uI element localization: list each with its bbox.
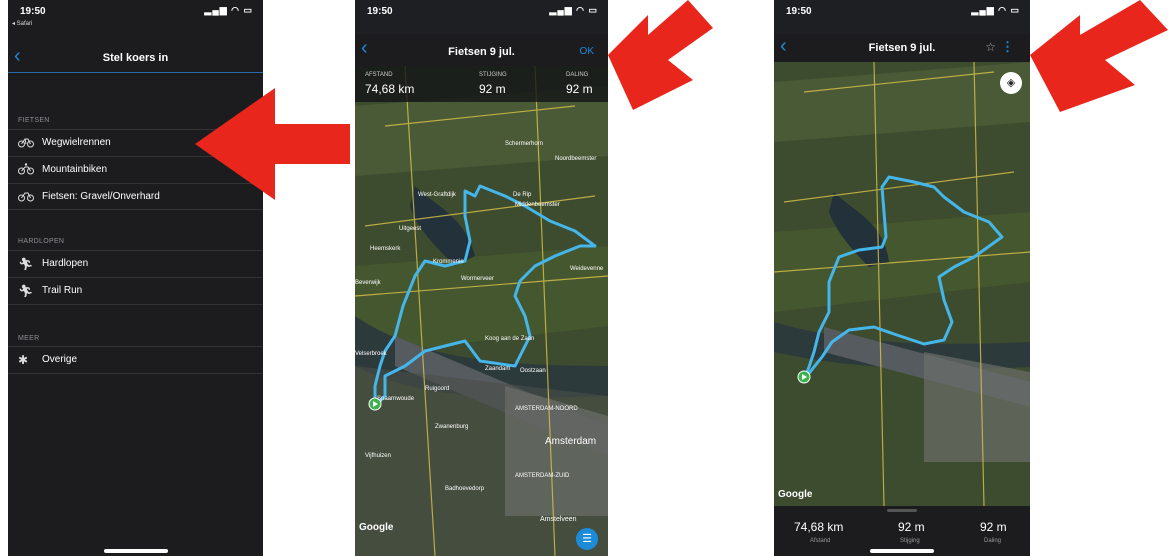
section-header-fietsen: FIETSEN xyxy=(18,117,50,124)
nav-bar: ‹ Fietsen 9 jul. ☆ ⋮ xyxy=(774,34,1030,62)
signal-wifi-battery-icon: ▂▄▆ ◠ ▭ xyxy=(971,5,1020,15)
phone-screen-activity-type: 19:50 ◂ Safari ▂▄▆ ◠ ▭ ‹ Stel koers in F… xyxy=(8,0,263,556)
gravel-bike-icon xyxy=(18,190,34,204)
home-indicator xyxy=(870,549,934,553)
page-title: Stel koers in xyxy=(102,52,169,64)
drag-handle[interactable] xyxy=(887,509,917,512)
map-label: Amsterdam xyxy=(545,436,597,447)
map-label: Middenbeemster xyxy=(515,202,560,208)
mountain-bike-icon xyxy=(18,163,34,177)
divider xyxy=(8,209,263,210)
list-item-label: Mountainbiken xyxy=(42,164,108,175)
map-label: Amstelveen xyxy=(540,516,577,523)
list-item-label: Overige xyxy=(42,354,78,365)
signal-wifi-battery-icon: ▂▄▆ ◠ ▭ xyxy=(204,5,253,15)
distance-label: Afstand xyxy=(810,538,831,544)
map-label: Krommenie xyxy=(433,259,464,265)
star-icon[interactable]: ☆ xyxy=(985,40,996,54)
divider xyxy=(8,304,263,305)
phone-screen-route-map: 19:50 ▂▄▆ ◠ ▭ ‹ Fietsen 9 jul. OK West-G… xyxy=(355,0,608,556)
bottom-stats-panel: 74,68 km Afstand 92 m Stijging 92 m Dali… xyxy=(774,506,1030,556)
satellite-map[interactable]: West-Graftdijk De Rip Middenbeemster Sch… xyxy=(355,66,608,556)
ok-button[interactable]: OK xyxy=(580,46,594,57)
stats-bar: AFSTAND 74,68 km STIJGING 92 m DALING 92… xyxy=(355,66,608,102)
status-time: 19:50 xyxy=(786,6,812,17)
status-time: 19:50 xyxy=(367,6,393,17)
home-indicator xyxy=(103,549,168,553)
phone-screen-route-detail: 19:50 ▂▄▆ ◠ ▭ ‹ Fietsen 9 jul. ☆ ⋮ ◈ Goo… xyxy=(774,0,1030,556)
person-star-icon: ✱ xyxy=(18,353,29,367)
list-item-trail-run[interactable]: 🏃︎ Trail Run xyxy=(8,277,263,304)
section-header-meer: MEER xyxy=(18,335,40,342)
status-bar: 19:50 ◂ Safari ▂▄▆ ◠ ▭ xyxy=(8,0,263,27)
list-item-label: Wegwielrennen xyxy=(42,137,111,148)
route-line xyxy=(368,184,597,411)
distance-value: 74,68 km xyxy=(794,520,844,534)
satellite-map[interactable]: ◈ Google xyxy=(774,62,1030,506)
climb-label: Stijging xyxy=(900,538,920,544)
distance-value: 74,68 km xyxy=(365,82,415,96)
descent-label: Daling xyxy=(984,538,1002,544)
map-label: Weidevenne xyxy=(570,266,604,272)
climb-label: STIJGING xyxy=(479,72,507,78)
list-item-overige[interactable]: ✱ Overige xyxy=(8,346,263,373)
list-item-hardlopen[interactable]: 🏃︎ Hardlopen xyxy=(8,250,263,277)
list-item-label: Fietsen: Gravel/Onverhard xyxy=(42,191,160,202)
map-label: Beverwijk xyxy=(355,280,381,286)
nav-bar: ‹ Fietsen 9 jul. OK xyxy=(355,34,608,66)
climb-value: 92 m xyxy=(479,82,506,96)
map-label: De Rip xyxy=(513,192,532,198)
signal-wifi-battery-icon: ▂▄▆ ◠ ▭ xyxy=(549,5,598,15)
list-item-label: Trail Run xyxy=(42,285,83,296)
red-arrow-left xyxy=(195,88,350,200)
descent-value: 92 m xyxy=(566,82,593,96)
trail-run-icon: 🏃︎ xyxy=(18,284,34,298)
map-label: Ruigoord xyxy=(425,386,450,392)
more-options-icon[interactable]: ⋮ xyxy=(1001,39,1014,55)
map-label: Uitgeest xyxy=(399,226,422,232)
status-bar: 19:50 ▂▄▆ ◠ ▭ xyxy=(355,0,608,20)
map-label: Oostzaan xyxy=(520,368,546,374)
map-label: Spaarnwoude xyxy=(377,396,415,402)
road-bike-icon xyxy=(18,136,34,150)
google-logo: Google xyxy=(359,522,394,533)
page-title: Fietsen 9 jul. xyxy=(448,46,515,58)
google-logo: Google xyxy=(778,489,813,500)
distance-label: AFSTAND xyxy=(365,72,393,78)
map-label: West-Graftdijk xyxy=(418,192,456,198)
map-label: Heemskerk xyxy=(370,246,401,252)
back-to-safari-link[interactable]: ◂ Safari xyxy=(12,20,32,27)
map-label: Zwanenburg xyxy=(435,424,469,430)
map-label: AMSTERDAM-ZUID xyxy=(515,473,570,479)
map-label: Koog aan de Zaan xyxy=(485,336,535,342)
red-arrow-diagonal xyxy=(608,0,713,110)
map-label: Schermerhorn xyxy=(505,141,544,147)
map-label: Zaandam xyxy=(485,366,511,372)
section-header-hardlopen: HARDLOPEN xyxy=(18,238,65,245)
map-label: AMSTERDAM-NOORD xyxy=(515,406,578,412)
route-line xyxy=(797,175,1004,384)
map-layers-icon[interactable]: ◈ xyxy=(1000,72,1022,94)
climb-value: 92 m xyxy=(898,520,925,534)
map-label: Noordbeemster xyxy=(555,156,597,162)
descent-label: DALING xyxy=(566,72,589,78)
map-label: Wormerveer xyxy=(461,276,494,282)
map-label: Badhoevedorp xyxy=(445,486,485,492)
nav-bar: ‹ Stel koers in xyxy=(8,36,263,73)
list-item-label: Hardlopen xyxy=(42,258,89,269)
red-arrow-diagonal xyxy=(1030,0,1168,112)
status-bar: 19:50 ▂▄▆ ◠ ▭ xyxy=(774,0,1030,20)
divider xyxy=(8,373,263,374)
descent-value: 92 m xyxy=(980,520,1007,534)
map-label: Velserbroek xyxy=(355,351,387,357)
running-icon: 🏃︎ xyxy=(18,257,34,271)
list-icon[interactable]: ☰ xyxy=(576,528,598,550)
status-time: 19:50 xyxy=(20,6,46,17)
map-label: Vijfhuizen xyxy=(365,453,391,459)
